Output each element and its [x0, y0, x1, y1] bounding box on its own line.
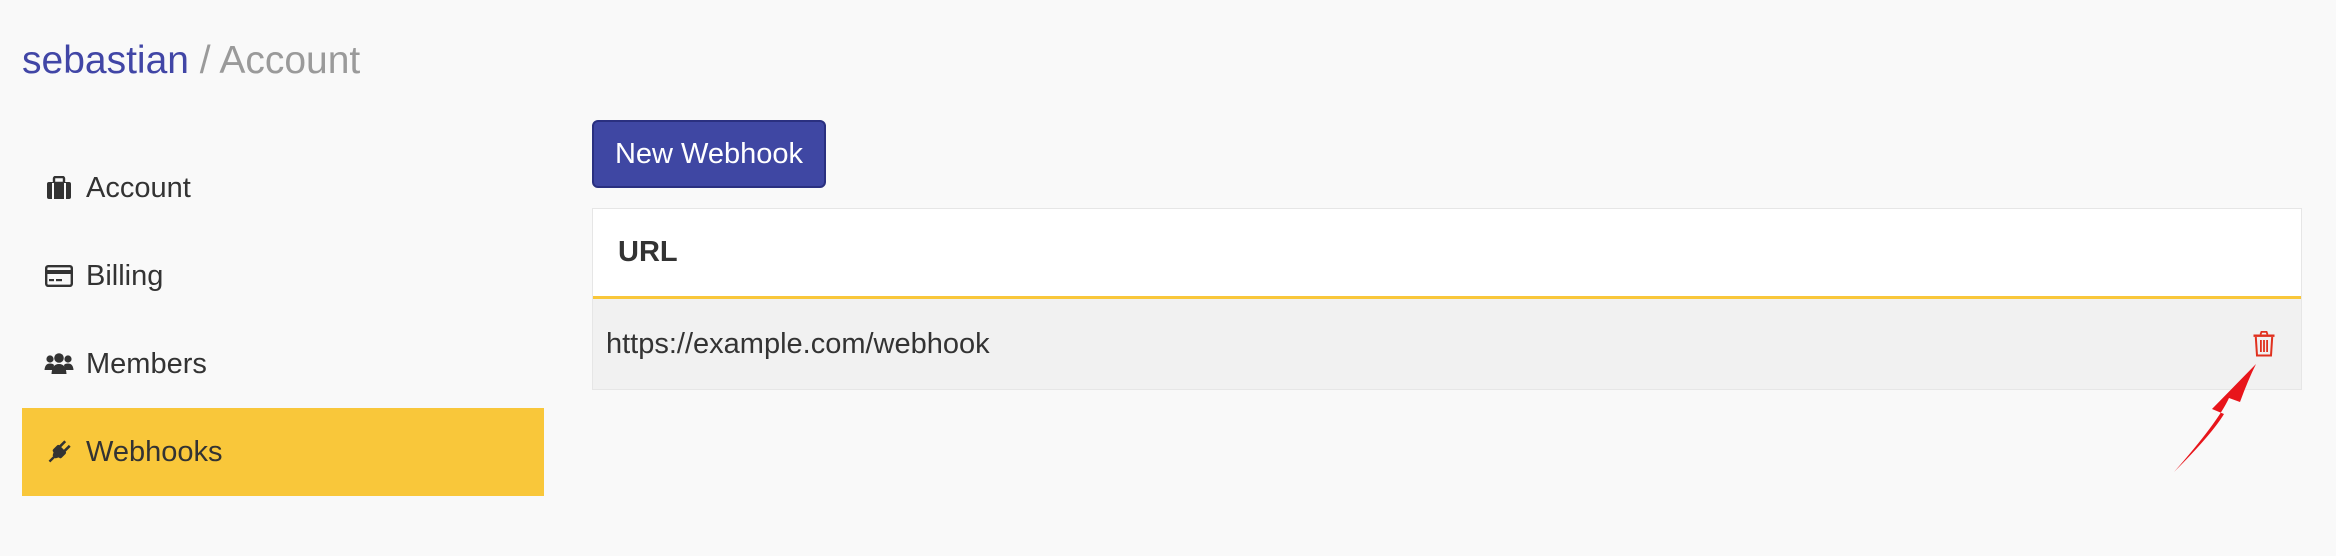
table-header: URL [593, 209, 2301, 299]
trash-icon[interactable] [2249, 329, 2279, 359]
url-column-header: URL [618, 236, 678, 268]
sidebar-nav: Account Billing Members Webhooks [22, 144, 544, 496]
sidebar-item-label: Webhooks [86, 435, 223, 468]
webhook-url: https://example.com/webhook [606, 327, 990, 360]
plug-icon [44, 437, 74, 467]
breadcrumb-separator: / [188, 39, 220, 82]
sidebar-item-members[interactable]: Members [22, 320, 544, 408]
sidebar-item-label: Members [86, 347, 207, 380]
new-webhook-button[interactable]: New Webhook [592, 120, 826, 188]
annotation-arrow-icon [2174, 364, 2256, 472]
webhooks-table: URL https://example.com/webhook [592, 208, 2302, 390]
sidebar-item-webhooks[interactable]: Webhooks [22, 408, 544, 496]
credit-card-icon [44, 261, 74, 291]
breadcrumb-current-page: Account [219, 39, 361, 82]
sidebar-item-account[interactable]: Account [22, 144, 544, 232]
sidebar-item-label: Billing [86, 259, 164, 292]
sidebar-item-billing[interactable]: Billing [22, 232, 544, 320]
briefcase-icon [44, 173, 74, 203]
table-row: https://example.com/webhook [593, 299, 2301, 389]
users-icon [44, 349, 74, 379]
breadcrumb: sebastian / Account [22, 34, 360, 88]
sidebar-item-label: Account [86, 171, 191, 204]
breadcrumb-user-link[interactable]: sebastian [22, 39, 189, 82]
